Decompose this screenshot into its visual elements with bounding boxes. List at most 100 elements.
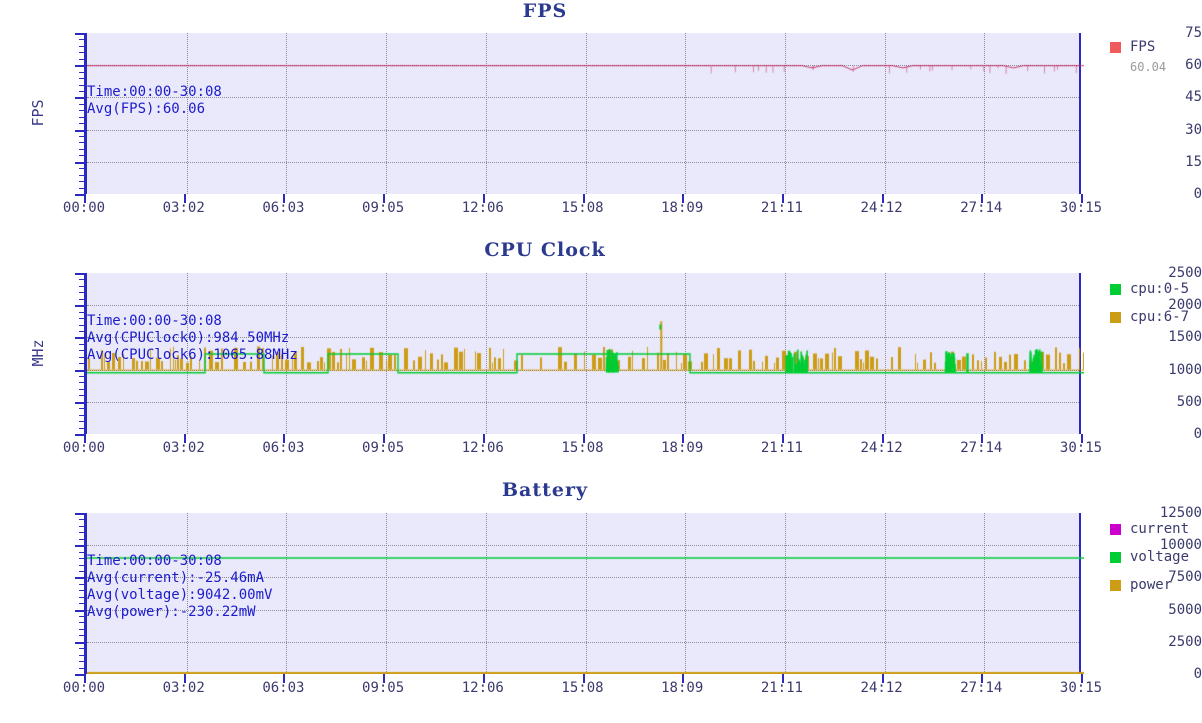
- x-axis-tick-label: 18:09: [661, 200, 704, 216]
- plot-area-battery: [84, 513, 1084, 674]
- x-axis-tick-label: 09:05: [362, 680, 405, 696]
- y-axis-minor-tick: [79, 427, 84, 429]
- y-axis-minor-tick: [79, 142, 84, 144]
- y-axis-minor-tick: [79, 71, 84, 73]
- y-axis-minor-tick: [79, 616, 84, 618]
- y-axis-tick: [75, 609, 84, 612]
- y-axis-minor-tick: [79, 564, 84, 566]
- x-axis-tick-label: 09:05: [362, 440, 405, 456]
- x-axis-tick-label: 30:15: [1059, 200, 1103, 216]
- y-axis-minor-tick: [79, 84, 84, 86]
- legend-item[interactable]: FPS: [1110, 38, 1166, 56]
- y-axis-tick: [75, 641, 84, 644]
- y-axis-minor-tick: [79, 356, 84, 358]
- y-axis-tick: [75, 33, 84, 35]
- y-axis-minor-tick: [79, 363, 84, 365]
- y-axis-minor-tick: [79, 174, 84, 176]
- legend-item[interactable]: current: [1110, 520, 1189, 538]
- x-axis-tick-label: 00:00: [62, 440, 106, 456]
- series-canvas-fps: [87, 33, 1084, 194]
- y-axis-minor-tick: [79, 330, 84, 332]
- y-axis-tick-label: 500: [1176, 393, 1202, 410]
- legend-item-label: voltage: [1130, 549, 1190, 565]
- x-axis-tick-label: 24:12: [860, 200, 903, 216]
- x-axis-tick-label: 24:12: [860, 680, 903, 696]
- y-axis-minor-tick: [79, 590, 84, 592]
- x-axis-tick-label: 00:00: [62, 680, 106, 696]
- legend-fps: FPS 60.04: [1110, 38, 1166, 74]
- x-axis-tick-label: 21:11: [760, 440, 803, 456]
- legend-swatch-icon: [1110, 523, 1121, 535]
- y-axis-minor-tick: [79, 39, 84, 41]
- x-axis-tick-label: 27:14: [960, 440, 1003, 456]
- x-axis-tick-label: 03:02: [162, 200, 205, 216]
- y-axis-tick: [75, 161, 84, 164]
- legend-swatch-icon: [1110, 311, 1121, 323]
- y-axis-minor-tick: [79, 551, 84, 553]
- y-axis-minor-tick: [79, 181, 84, 183]
- y-axis-minor-tick: [79, 350, 84, 352]
- y-axis-minor-tick: [79, 279, 84, 281]
- y-axis-tick-label: 0: [1193, 666, 1202, 682]
- y-axis-tick-label: 30: [1185, 121, 1202, 138]
- x-axis-tick-label: 18:09: [661, 680, 704, 696]
- y-axis-minor-tick: [79, 408, 84, 410]
- x-axis-tick-label: 03:02: [162, 440, 205, 456]
- x-axis-tick-label: 06:03: [262, 440, 305, 456]
- y-axis-minor-tick: [79, 110, 84, 112]
- x-axis-tick-label: 27:14: [960, 200, 1003, 216]
- x-axis-tick-label: 24:12: [860, 440, 903, 456]
- y-axis-minor-tick: [79, 155, 84, 157]
- legend-item[interactable]: cpu:6-7: [1110, 308, 1189, 326]
- legend-swatch-icon: [1110, 551, 1121, 563]
- y-axis-minor-tick: [79, 654, 84, 656]
- series-canvas-cpu-clock: [87, 273, 1084, 434]
- y-axis-tick-label: 12500: [1159, 505, 1202, 521]
- y-axis-minor-tick: [79, 90, 84, 92]
- legend-item[interactable]: voltage: [1110, 548, 1189, 566]
- legend-item-label: power: [1130, 577, 1173, 593]
- legend-cpu-clock: cpu:0-5 cpu:6-7: [1110, 280, 1189, 336]
- y-axis-minor-tick: [79, 622, 84, 624]
- legend-item[interactable]: cpu:0-5: [1110, 280, 1189, 298]
- y-axis-tick-label: 2500: [1168, 633, 1202, 650]
- y-axis-tick: [75, 194, 84, 196]
- legend-swatch-icon: [1110, 579, 1121, 591]
- y-axis-minor-tick: [79, 558, 84, 560]
- y-axis-tick: [75, 577, 84, 580]
- y-axis-minor-tick: [79, 570, 84, 572]
- y-axis-tick-label: 1000: [1168, 361, 1202, 378]
- x-axis-tick-label: 12:06: [461, 440, 504, 456]
- y-axis-tick: [75, 369, 84, 372]
- x-axis-tick-label: 21:11: [760, 680, 803, 696]
- y-axis-tick-label: 0: [1193, 426, 1202, 442]
- legend-swatch-icon: [1110, 41, 1121, 53]
- y-axis-tick: [75, 545, 84, 548]
- y-axis-label-fps: FPS: [29, 98, 47, 127]
- y-axis-tick: [75, 97, 84, 100]
- legend-battery: current voltage power: [1110, 520, 1189, 604]
- x-axis-tick-label: 06:03: [262, 200, 305, 216]
- y-axis-minor-tick: [79, 382, 84, 384]
- series-canvas-battery: [87, 513, 1084, 674]
- x-axis-tick-label: 12:06: [461, 200, 504, 216]
- x-axis-tick-label: 30:15: [1059, 680, 1103, 696]
- y-axis-minor-tick: [79, 45, 84, 47]
- y-axis-minor-tick: [79, 78, 84, 80]
- y-axis-minor-tick: [79, 285, 84, 287]
- y-axis-tick: [75, 434, 84, 436]
- y-axis-minor-tick: [79, 292, 84, 294]
- chart-title-cpu-clock: CPU Clock: [484, 239, 606, 261]
- y-axis-minor-tick: [79, 318, 84, 320]
- legend-swatch-icon: [1110, 283, 1121, 295]
- y-axis-minor-tick: [79, 136, 84, 138]
- chart-page: FPS 0 15 30 45 60 75 00:00 03:02 06:03 09:05 12:06 1…: [0, 0, 1202, 723]
- x-axis-tick-label: 21:11: [760, 200, 803, 216]
- x-axis-tick-label: 00:00: [62, 200, 106, 216]
- y-axis-minor-tick: [79, 187, 84, 189]
- legend-item[interactable]: power: [1110, 576, 1189, 594]
- plot-area-cpu-clock: [84, 273, 1084, 434]
- legend-item-label: cpu:6-7: [1130, 309, 1190, 325]
- x-axis-tick-label: 09:05: [362, 200, 405, 216]
- y-axis-tick-label: 2500: [1168, 265, 1202, 281]
